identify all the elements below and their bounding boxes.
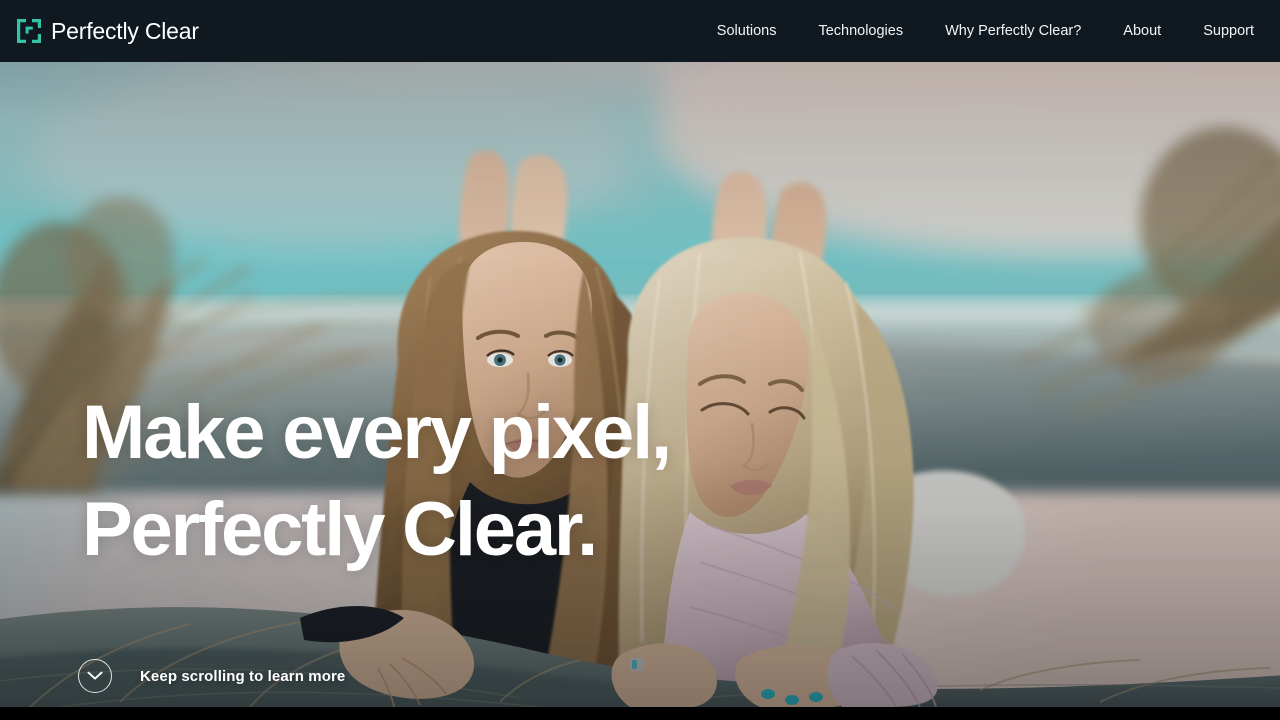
nav-item-support[interactable]: Support xyxy=(1203,18,1254,45)
page-title: Make every pixel, Perfectly Clear. xyxy=(82,384,672,578)
main-navigation: Solutions Technologies Why Perfectly Cle… xyxy=(717,18,1254,45)
nav-item-why-perfectly-clear[interactable]: Why Perfectly Clear? xyxy=(945,18,1081,45)
headline-line-2: Perfectly Clear. xyxy=(82,487,598,572)
site-header: Perfectly Clear Solutions Technologies W… xyxy=(0,0,1280,62)
scroll-cue-label: Keep scrolling to learn more xyxy=(140,667,346,685)
hero-content: Make every pixel, Perfectly Clear. Keep … xyxy=(0,62,1280,707)
nav-item-technologies[interactable]: Technologies xyxy=(818,18,903,45)
brand-logo[interactable]: Perfectly Clear xyxy=(16,18,199,44)
brand-name: Perfectly Clear xyxy=(51,17,199,44)
scroll-cue[interactable]: Keep scrolling to learn more xyxy=(78,659,345,693)
bottom-bar xyxy=(0,707,1280,720)
nav-item-solutions[interactable]: Solutions xyxy=(717,18,777,45)
page-root: Perfectly Clear Solutions Technologies W… xyxy=(0,0,1280,720)
chevron-down-icon[interactable] xyxy=(78,659,112,693)
bracket-frame-logo-icon xyxy=(16,18,42,44)
nav-item-about[interactable]: About xyxy=(1123,18,1161,45)
headline-line-1: Make every pixel, xyxy=(82,390,672,475)
hero-section: Make every pixel, Perfectly Clear. Keep … xyxy=(0,62,1280,707)
